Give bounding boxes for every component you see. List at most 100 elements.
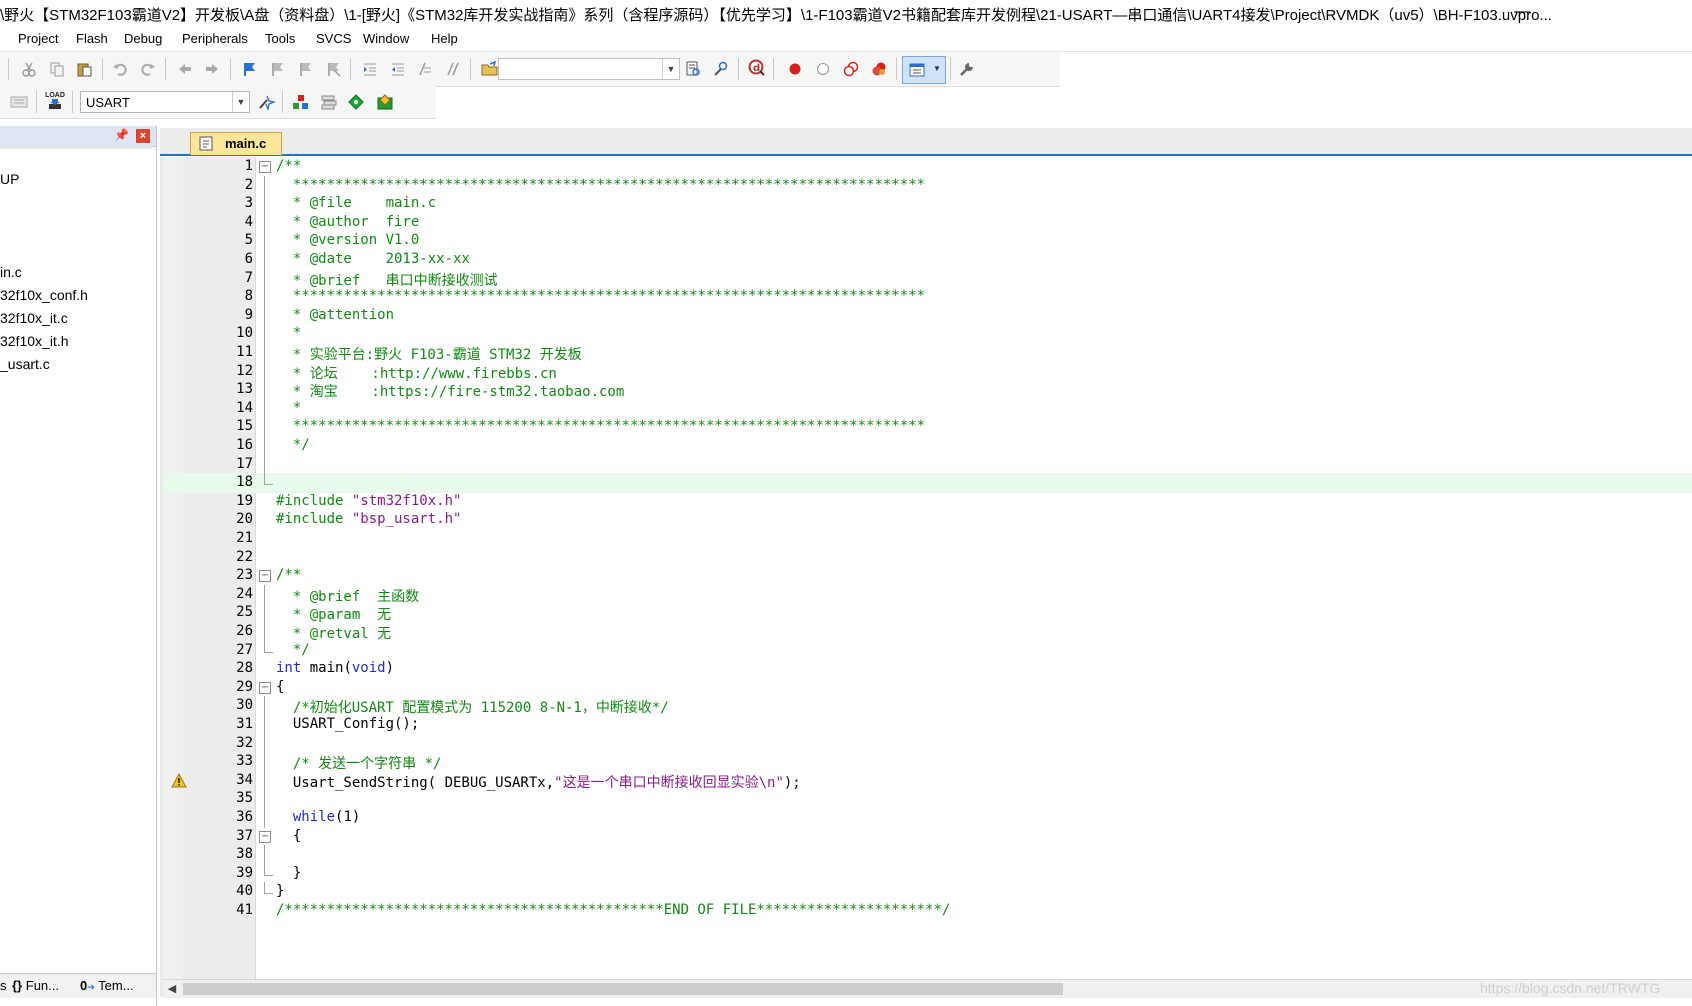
menu-flash[interactable]: Flash [76,31,108,46]
code-line[interactable]: 1−/** [163,157,1692,177]
bookmark-next-icon[interactable] [296,60,314,78]
tree-item-file[interactable]: 32f10x_conf.h [0,287,88,303]
code-line[interactable]: 35 [163,789,1692,810]
code-line[interactable]: 36 while(1) [163,808,1692,828]
breakpoint-disable-all-icon[interactable] [842,60,860,78]
current-line[interactable]: 18 [163,473,1692,494]
code-line[interactable]: 11 * 实验平台:野火 F103-霸道 STM32 开发板 [163,343,1692,363]
code-line[interactable]: 10 * [163,324,1692,345]
code-line[interactable]: 34 Usart_SendString( DEBUG_USARTx,"这是一个串… [163,770,1692,791]
paste-icon[interactable] [75,60,93,78]
unindent-icon[interactable] [389,60,407,78]
code-line[interactable]: 31 USART_Config(); [163,715,1692,735]
comment-icon[interactable] [416,60,434,78]
code-line[interactable]: 7 * @brief 串口中断接收测试 [163,268,1692,289]
code-line[interactable]: 8 **************************************… [163,287,1692,308]
tab-main-c[interactable]: main.c [190,132,282,155]
tree-item-file[interactable]: _usart.c [0,356,50,372]
target-select[interactable]: USART ▼ [80,91,250,113]
minimize-button[interactable]: — [1512,0,1532,27]
debug-session-icon[interactable]: d [748,59,766,77]
indent-icon[interactable] [361,60,379,78]
wrench-icon[interactable] [958,60,976,78]
fold-collapse-icon[interactable]: − [259,570,271,583]
code-line[interactable]: 21 [163,529,1692,549]
bookmark-prev-icon[interactable] [268,60,286,78]
code-line[interactable]: 16 */ [163,436,1692,456]
tab-functions[interactable]: {} Fun... [12,978,59,993]
nav-forward-icon[interactable] [203,60,221,78]
manage-project-icon[interactable] [292,93,310,111]
code-line[interactable]: 6 * @date 2013-xx-xx [163,250,1692,270]
code-line[interactable]: 15 *************************************… [163,417,1692,438]
fold-collapse-icon[interactable]: − [259,830,271,843]
code-line[interactable]: 33 /* 发送一个字符串 */ [163,752,1692,773]
chevron-down-icon[interactable]: ▼ [662,59,679,79]
code-line[interactable]: 25 * @param 无 [163,603,1692,624]
menu-project[interactable]: Project [18,31,58,46]
code-line[interactable]: 2 **************************************… [163,175,1692,196]
breakpoint-enable-icon[interactable] [814,60,832,78]
code-line[interactable]: 22 [163,548,1692,568]
tree-item-group[interactable]: UP [0,171,19,187]
batch-build-icon[interactable] [10,93,28,111]
warning-icon[interactable] [171,772,187,789]
code-line[interactable]: 40} [163,882,1692,902]
undo-icon[interactable] [111,60,129,78]
menu-tools[interactable]: Tools [265,31,295,46]
code-line[interactable]: 41 /*************************************… [163,901,1692,921]
close-icon[interactable]: × [136,129,150,143]
window-layout-button[interactable]: ▼ [902,56,946,84]
redo-icon[interactable] [139,60,157,78]
code-line[interactable]: 37− { [163,827,1692,847]
code-line[interactable]: 23−/** [163,566,1692,586]
cut-icon[interactable] [20,60,38,78]
open-folder-icon[interactable] [481,60,499,78]
menu-peripherals[interactable]: Peripherals [182,31,248,46]
tree-item-file[interactable]: 32f10x_it.c [0,310,68,326]
code-line[interactable]: 32 [163,733,1692,754]
code-line[interactable]: 12 * 论坛 :http://www.firebbs.cn [163,361,1692,382]
tree-item-file[interactable]: in.c [0,264,22,280]
code-line[interactable]: 17 [163,454,1692,475]
code-line[interactable]: 5 * @version V1.0 [163,231,1692,252]
tree-item-file[interactable]: 32f10x_it.h [0,333,69,349]
select-packs-icon[interactable] [348,93,366,111]
code-line[interactable]: 29−{ [163,678,1692,698]
bookmark-icon[interactable] [240,60,258,78]
code-line[interactable]: 26 * @retval 无 [163,622,1692,642]
find-in-files-icon[interactable] [684,60,702,78]
code-line[interactable]: 13 * 淘宝 :https://fire-stm32.taobao.com [163,380,1692,401]
horizontal-scrollbar[interactable]: ◀ [163,979,1692,998]
manage-books-icon[interactable] [320,93,338,111]
breakpoint-insert-icon[interactable] [786,60,804,78]
bookmark-clear-icon[interactable] [324,60,342,78]
uncomment-icon[interactable] [444,60,462,78]
code-editor[interactable]: 1−/** 2 *********************************… [163,157,1692,979]
fold-collapse-icon[interactable]: − [259,681,271,694]
code-line[interactable]: 28 int main(void) [163,659,1692,679]
target-options-icon[interactable] [258,93,276,111]
code-line[interactable]: 38 [163,845,1692,866]
nav-back-icon[interactable] [176,60,194,78]
code-line[interactable]: 4 * @author fire [163,212,1692,233]
fold-collapse-icon[interactable]: − [259,161,271,173]
menu-debug[interactable]: Debug [124,31,162,46]
menu-help[interactable]: Help [431,31,458,46]
code-line[interactable]: 24 * @brief 主函数 [163,584,1692,605]
code-line[interactable]: 20 #include "bsp_usart.h" [163,510,1692,530]
find-combo[interactable]: ▼ [498,58,680,80]
tab-books[interactable]: s [0,978,7,993]
code-line[interactable]: 27 */ [163,640,1692,661]
code-line[interactable]: 3 * @file main.c [163,194,1692,215]
tab-templates[interactable]: 0➔ Tem... [80,978,134,993]
pack-installer-icon[interactable] [376,93,394,111]
breakpoint-kill-all-icon[interactable] [870,60,888,78]
chevron-down-icon[interactable]: ▼ [232,92,249,112]
incremental-find-icon[interactable] [712,60,730,78]
scroll-left-icon[interactable]: ◀ [163,980,181,998]
pin-icon[interactable]: 📌 [114,128,129,142]
code-line[interactable]: 30 /*初始化USART 配置模式为 115200 8-N-1，中断接收*/ [163,696,1692,717]
menu-window[interactable]: Window [363,31,409,46]
load-download-icon[interactable]: LOAD [45,92,65,110]
